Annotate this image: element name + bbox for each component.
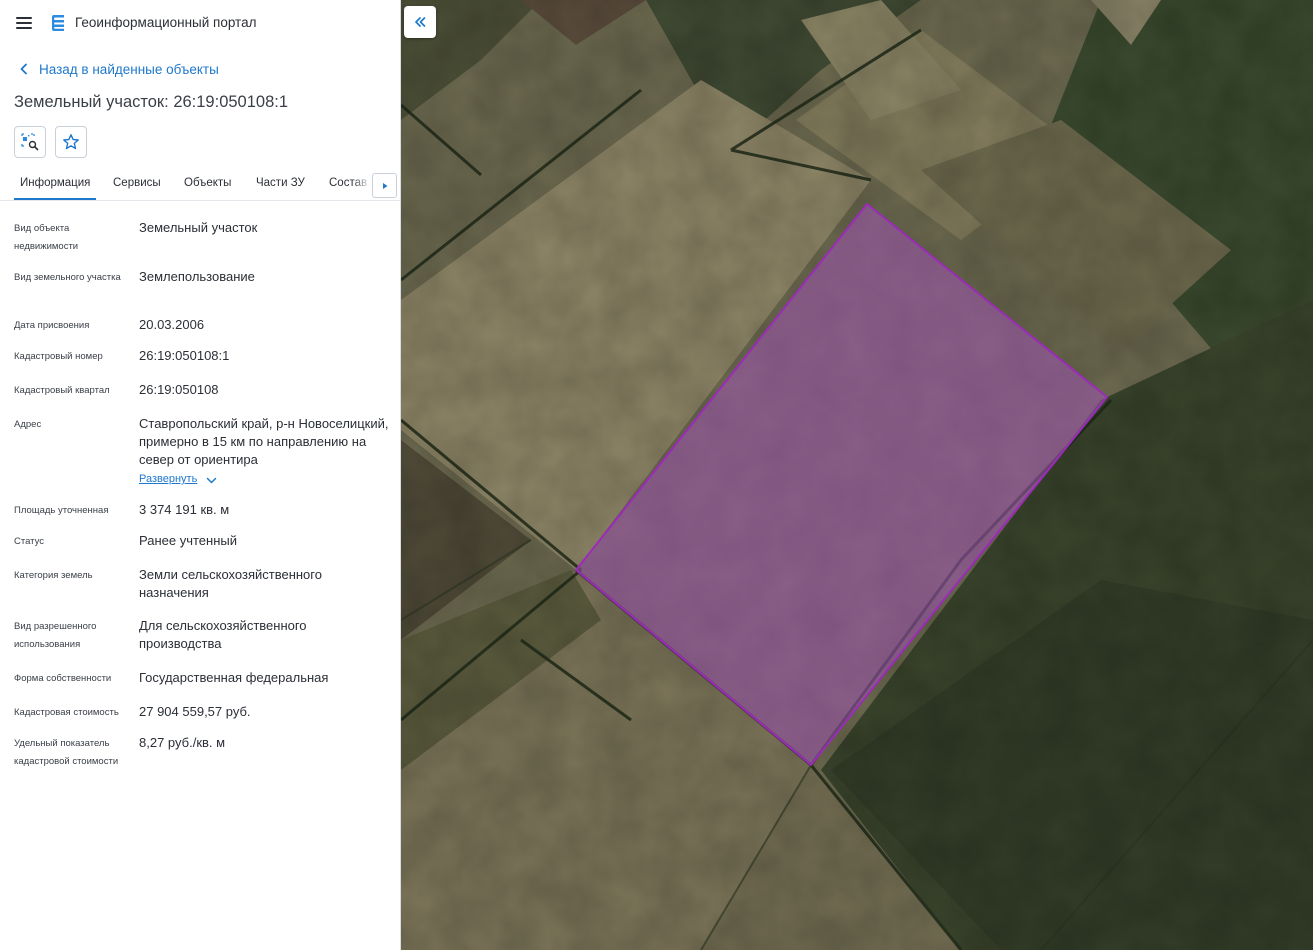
expand-address-link[interactable]: Развернуть [139,473,197,485]
property-label: Статус [14,536,45,547]
property-label: Удельный показатель кадастровой стоимост… [14,738,119,767]
property-value: Землепользование [139,269,255,284]
double-chevron-left-icon [415,17,426,27]
property-value: 26:19:050108 [139,382,219,397]
tab-services[interactable]: Сервисы [113,177,161,200]
property-label: Кадастровая стоимость [14,707,119,718]
property-value: Земельный участок [139,220,258,235]
satellite-layer [401,0,1313,950]
portal-logo-icon[interactable] [49,14,67,32]
info-panel: Геоинформационный портал Назад в найденн… [0,0,401,950]
collapse-panel-button[interactable] [404,6,436,38]
caret-right-icon [382,182,387,189]
chevron-left-icon [20,63,27,75]
property-label: Дата присвоения [14,320,90,331]
tab-parts[interactable]: Части ЗУ [256,177,305,200]
menu-icon[interactable] [14,14,34,32]
property-label: Адрес [14,419,42,430]
address-value: Ставропольский край, р-н Новоселицкий, п… [139,416,389,467]
tabs-next-button[interactable] [372,173,397,198]
property-label: Вид объекта недвижимости [14,223,79,252]
property-value: 26:19:050108:1 [139,348,230,363]
property-value: Ранее учтенный [139,533,237,548]
tab-objects[interactable]: Объекты [184,177,231,200]
header: Геоинформационный портал [0,0,400,46]
property-label: Площадь уточненная [14,505,109,516]
property-label: Кадастровый квартал [14,385,110,396]
back-to-results-link[interactable]: Назад в найденные объекты [17,60,219,78]
zoom-to-object-button[interactable] [14,126,46,158]
property-value: Государственная федеральная [139,670,329,685]
property-value: 8,27 руб./кв. м [139,735,226,750]
property-value: Для сельскохозяйственного производства [139,618,307,651]
star-icon [63,134,79,150]
property-value: Земли сельскохозяйственного назначения [139,567,322,600]
chevron-down-icon[interactable] [206,476,217,485]
object-title: Земельный участок: 26:19:050108:1 [14,93,289,111]
property-label: Категория земель [14,570,93,581]
back-link-label: Назад в найденные объекты [39,61,219,77]
zoom-to-object-icon [21,133,39,151]
property-label: Вид земельного участка [14,272,121,283]
tabs-bar: Информация Сервисы Объекты Части ЗУ Сост… [0,170,400,201]
tab-information[interactable]: Информация [14,177,97,200]
property-label: Форма собственности [14,673,112,684]
app-title: Геоинформационный портал [75,15,257,30]
property-value: 27 904 559,57 руб. [139,704,251,719]
property-value: 3 374 191 кв. м [139,502,230,517]
property-value: 20.03.2006 [139,317,205,332]
favorite-button[interactable] [55,126,87,158]
property-label: Кадастровый номер [14,351,103,362]
property-label: Вид разрешенного использования [14,621,97,650]
map-view[interactable] [401,0,1313,950]
